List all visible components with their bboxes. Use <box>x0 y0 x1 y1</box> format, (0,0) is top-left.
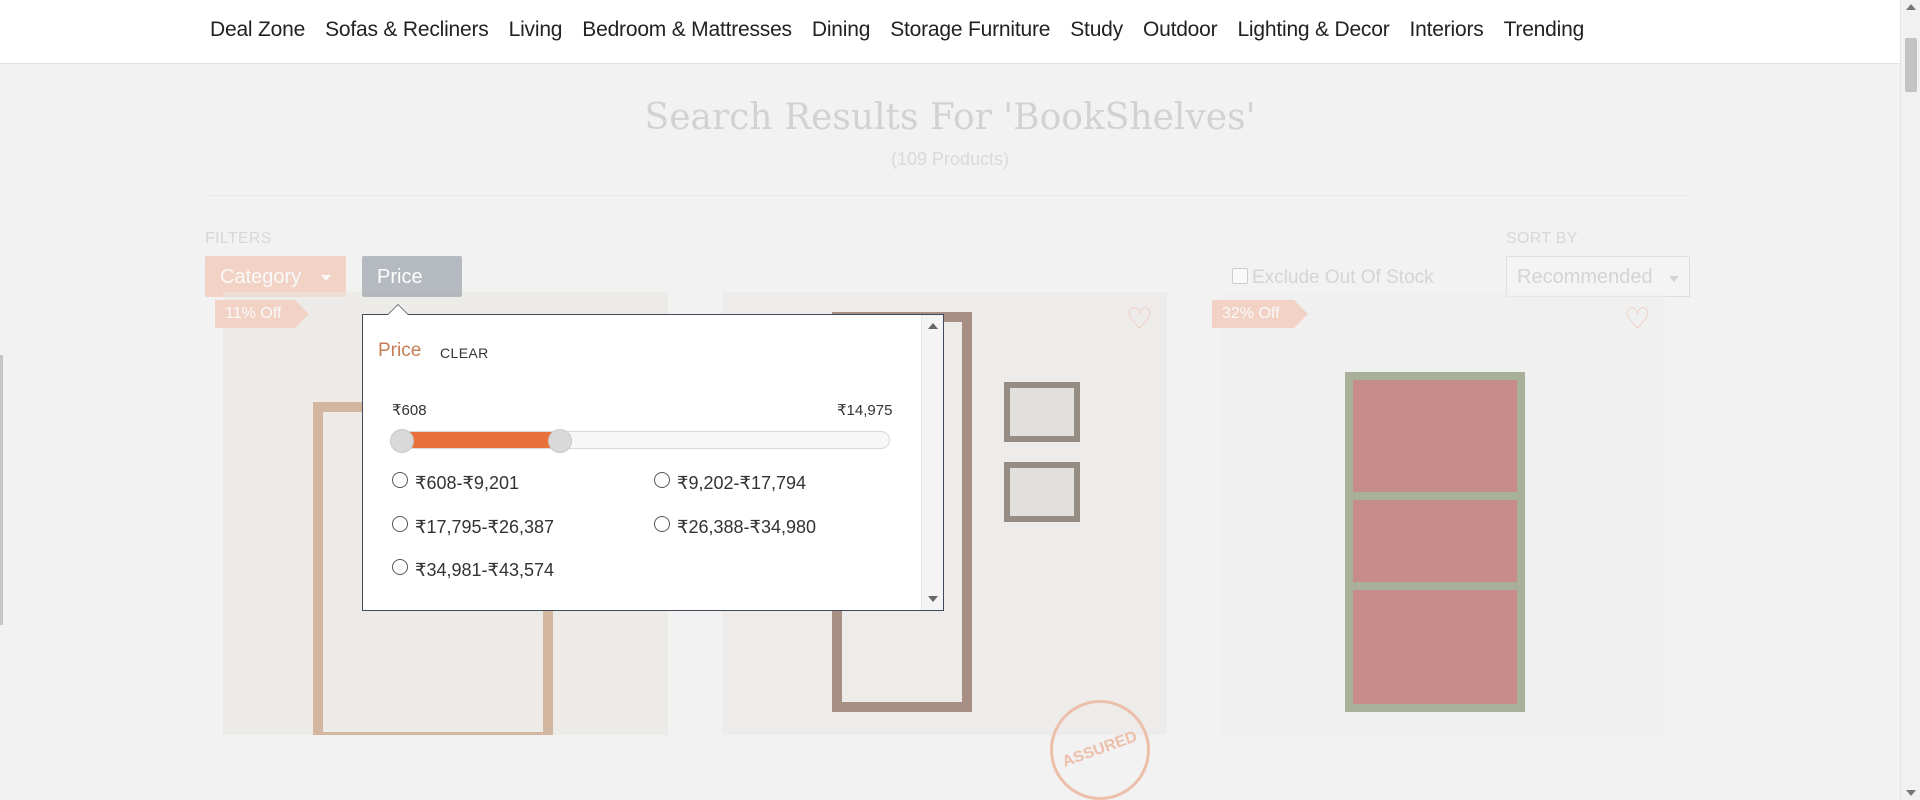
price-filter-label: Price <box>377 266 423 288</box>
discount-badge: 32% Off <box>1212 300 1307 328</box>
product-count: (109 Products) <box>890 149 1010 169</box>
nav-list: Deal Zone Sofas & Recliners Living Bedro… <box>210 0 1604 60</box>
price-option[interactable]: ₹608-₹9,201 <box>392 471 519 494</box>
price-slider-fill <box>403 432 561 448</box>
side-tab <box>0 355 3 625</box>
price-slider-max-handle[interactable] <box>547 429 572 453</box>
radio-button[interactable] <box>392 471 408 488</box>
nav-item-sofas-recliners[interactable]: Sofas & Recliners <box>325 18 489 42</box>
nav-item-dining[interactable]: Dining <box>812 18 871 42</box>
price-option-label: ₹608-₹9,201 <box>415 473 519 493</box>
radio-button[interactable] <box>392 558 408 575</box>
product-image-shelf <box>1353 492 1517 500</box>
exclude-out-of-stock[interactable]: Exclude Out Of Stock <box>1232 267 1434 289</box>
price-option-label: ₹34,981-₹43,574 <box>415 560 555 580</box>
sort-select[interactable]: Recommended <box>1506 256 1690 297</box>
divider <box>205 195 1690 196</box>
nav-item-outdoor[interactable]: Outdoor <box>1143 18 1218 42</box>
price-range-min: ₹608 <box>392 402 427 419</box>
heart-outline-icon[interactable]: ♡ <box>1624 302 1651 337</box>
nav-item-trending[interactable]: Trending <box>1504 18 1585 42</box>
price-option[interactable]: ₹26,388-₹34,980 <box>654 515 817 538</box>
panel-scrollbar[interactable] <box>921 315 943 610</box>
price-filter-panel: Price CLEAR ₹608 ₹14,975 ₹608-₹9,201 ₹9,… <box>362 304 944 611</box>
filters-label: FILTERS <box>205 230 272 247</box>
product-image-shelf <box>1353 582 1517 590</box>
nav-item-living[interactable]: Living <box>509 18 563 42</box>
radio-button[interactable] <box>654 515 670 532</box>
sort-selected-value: Recommended <box>1517 266 1653 288</box>
scroll-down-icon[interactable] <box>928 596 938 602</box>
product-image <box>1345 372 1525 712</box>
price-slider-track[interactable] <box>392 431 890 449</box>
radio-button[interactable] <box>654 471 670 488</box>
scroll-down-icon[interactable] <box>1906 790 1916 796</box>
nav-item-bedroom-mattresses[interactable]: Bedroom & Mattresses <box>582 18 792 42</box>
price-filter-button[interactable]: Price <box>362 256 462 297</box>
product-image-frame <box>1004 462 1080 522</box>
price-panel-title: Price <box>378 340 422 361</box>
category-filter-button[interactable]: Category <box>205 256 346 297</box>
clear-price-button[interactable]: CLEAR <box>440 345 489 361</box>
caret-down-icon <box>321 275 331 281</box>
price-option[interactable]: ₹17,795-₹26,387 <box>392 515 555 538</box>
discount-badge: 11% Off <box>215 300 310 328</box>
price-option-label: ₹26,388-₹34,980 <box>677 517 817 537</box>
panel-pointer <box>387 304 409 315</box>
window-scrollbar[interactable] <box>1900 0 1920 800</box>
nav-item-study[interactable]: Study <box>1070 18 1123 42</box>
price-option[interactable]: ₹34,981-₹43,574 <box>392 558 555 581</box>
product-image <box>1004 382 1080 442</box>
exclude-out-of-stock-checkbox[interactable] <box>1232 268 1248 284</box>
top-nav: Deal Zone Sofas & Recliners Living Bedro… <box>0 0 1900 64</box>
category-filter-label: Category <box>220 266 302 288</box>
product-card[interactable] <box>1220 292 1665 735</box>
price-slider-min-handle[interactable] <box>390 429 414 453</box>
price-option[interactable]: ₹9,202-₹17,794 <box>654 471 806 494</box>
scroll-thumb[interactable] <box>1905 38 1917 92</box>
nav-item-deal-zone[interactable]: Deal Zone <box>210 18 305 42</box>
radio-button[interactable] <box>392 515 408 532</box>
page-title: Search Results For 'BookShelves' <box>644 97 1256 138</box>
price-option-label: ₹17,795-₹26,387 <box>415 517 555 537</box>
price-option-label: ₹9,202-₹17,794 <box>677 473 806 493</box>
heart-outline-icon[interactable]: ♡ <box>1126 302 1153 337</box>
exclude-out-of-stock-label: Exclude Out Of Stock <box>1252 267 1434 288</box>
nav-item-lighting-decor[interactable]: Lighting & Decor <box>1237 18 1389 42</box>
nav-item-interiors[interactable]: Interiors <box>1410 18 1484 42</box>
caret-down-icon <box>1669 276 1679 282</box>
sort-by-label: SORT BY <box>1506 230 1578 247</box>
nav-item-storage-furniture[interactable]: Storage Furniture <box>890 18 1050 42</box>
price-range-max: ₹14,975 <box>837 402 893 419</box>
scroll-up-icon[interactable] <box>1906 4 1916 10</box>
scroll-up-icon[interactable] <box>928 323 938 329</box>
